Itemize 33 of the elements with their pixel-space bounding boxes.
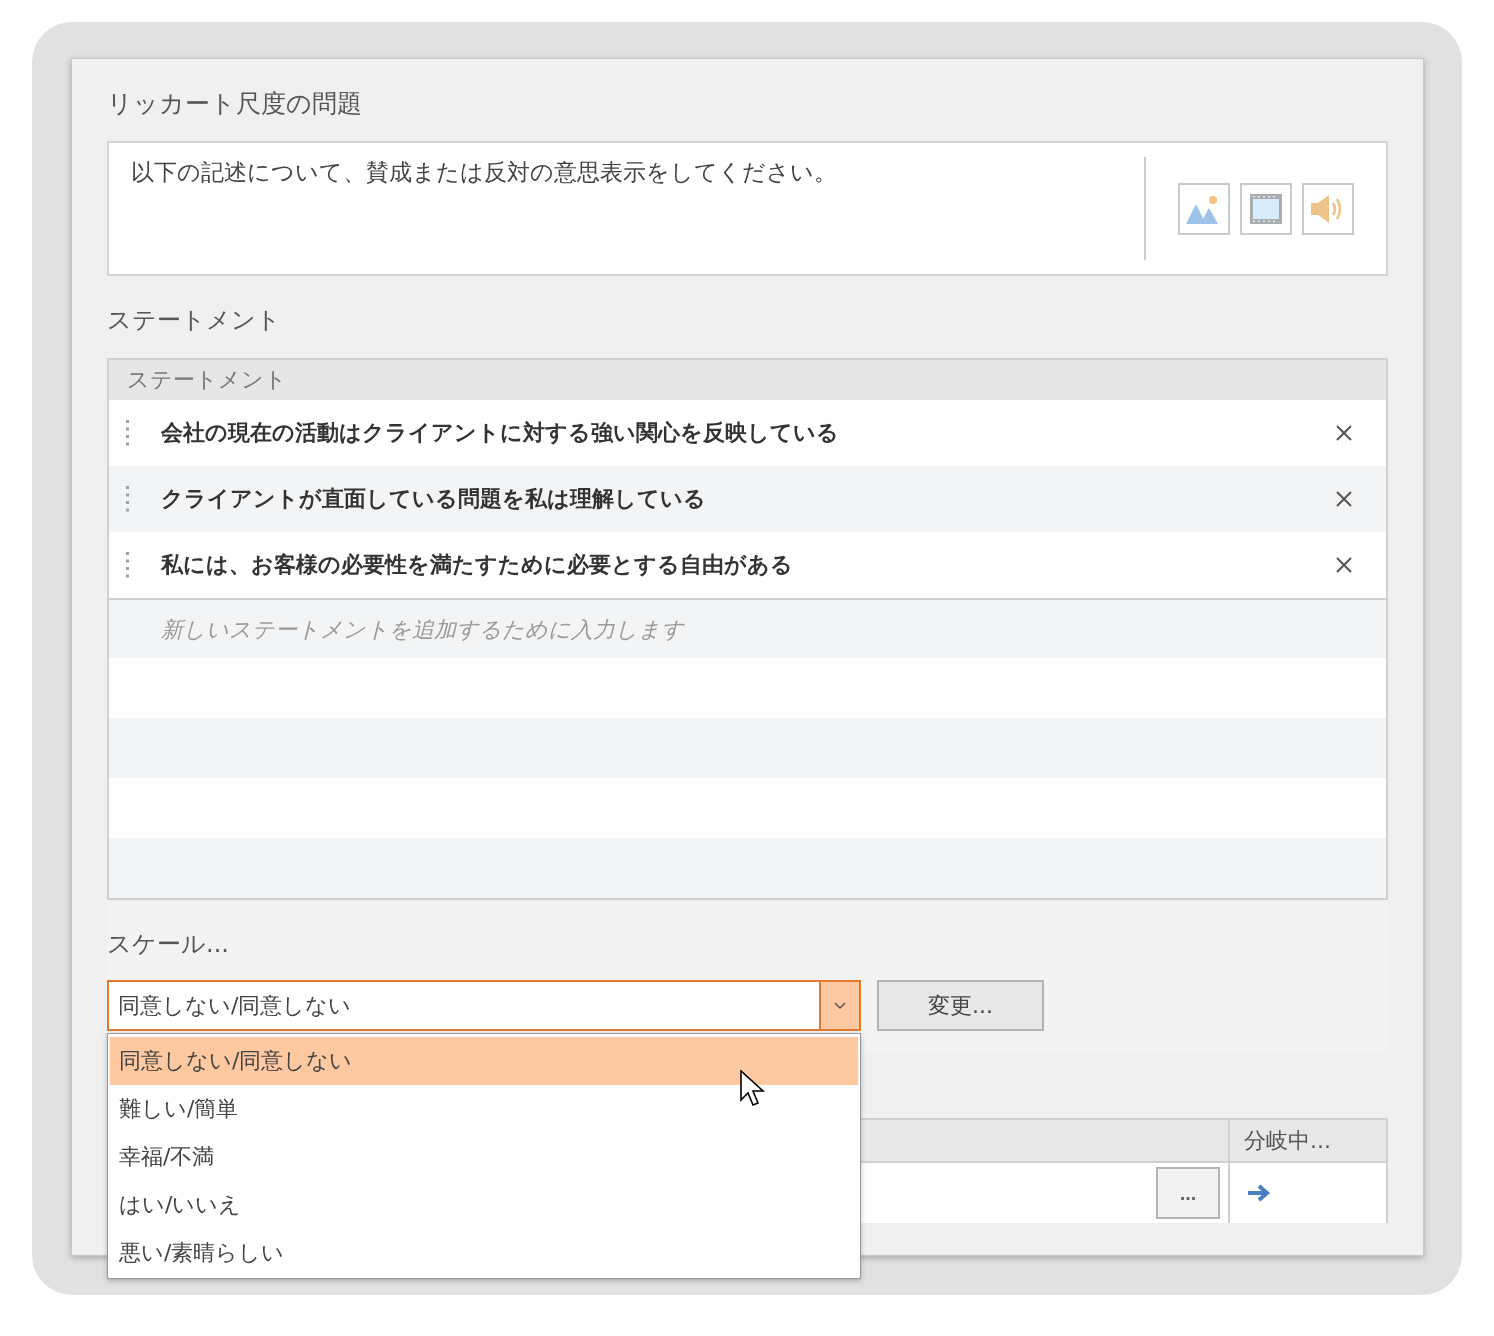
statement-row[interactable]: クライアントが直面している問題を私は理解している bbox=[109, 466, 1386, 532]
more-button[interactable]: ... bbox=[1156, 1167, 1220, 1219]
drag-handle-icon[interactable] bbox=[126, 552, 130, 578]
mouse-cursor-icon bbox=[740, 1070, 766, 1108]
dropdown-option[interactable]: 幸福/不満 bbox=[110, 1133, 858, 1181]
audio-button[interactable] bbox=[1302, 182, 1354, 235]
arrow-right-icon[interactable] bbox=[1248, 1184, 1272, 1202]
statement-text: 会社の現在の活動はクライアントに対する強い関心を反映している bbox=[161, 419, 840, 447]
new-statement-field[interactable]: 新しいステートメントを追加するために入力します bbox=[109, 600, 1386, 658]
column-header: ステートメント bbox=[109, 360, 1386, 400]
drag-handle-icon[interactable] bbox=[126, 486, 130, 512]
statement-text: 私には、お客様の必要性を満たすために必要とする自由がある bbox=[161, 551, 794, 579]
scale-label: スケール... bbox=[107, 929, 230, 960]
dropdown-option[interactable]: 悪い/素晴らしい bbox=[110, 1229, 858, 1277]
column-header: 分岐中... bbox=[1243, 1127, 1332, 1155]
question-text: 以下の記述について、賛成または反対の意思表示をしてください。 bbox=[131, 158, 838, 187]
dropdown-option[interactable]: 難しい/簡単 bbox=[110, 1085, 858, 1133]
close-icon[interactable] bbox=[1336, 557, 1352, 573]
close-icon[interactable] bbox=[1336, 491, 1352, 507]
video-button[interactable] bbox=[1240, 182, 1292, 235]
dropdown-button[interactable] bbox=[819, 982, 859, 1029]
change-button[interactable]: 変更... bbox=[877, 980, 1044, 1031]
question-box[interactable]: 以下の記述について、賛成または反対の意思表示をしてください。 bbox=[107, 141, 1388, 276]
drag-handle-icon[interactable] bbox=[126, 420, 130, 446]
statement-text: クライアントが直面している問題を私は理解している bbox=[161, 485, 707, 513]
dropdown-option[interactable]: はい/いいえ bbox=[110, 1181, 858, 1229]
close-icon[interactable] bbox=[1336, 425, 1352, 441]
chevron-down-icon bbox=[834, 1001, 846, 1010]
image-button[interactable] bbox=[1178, 182, 1230, 235]
dropdown-option[interactable]: 同意しない/同意しない bbox=[110, 1037, 858, 1085]
statements-label: ステートメント bbox=[107, 305, 282, 336]
section-title: リッカート尺度の問題 bbox=[107, 88, 363, 120]
film-icon bbox=[1250, 193, 1282, 224]
